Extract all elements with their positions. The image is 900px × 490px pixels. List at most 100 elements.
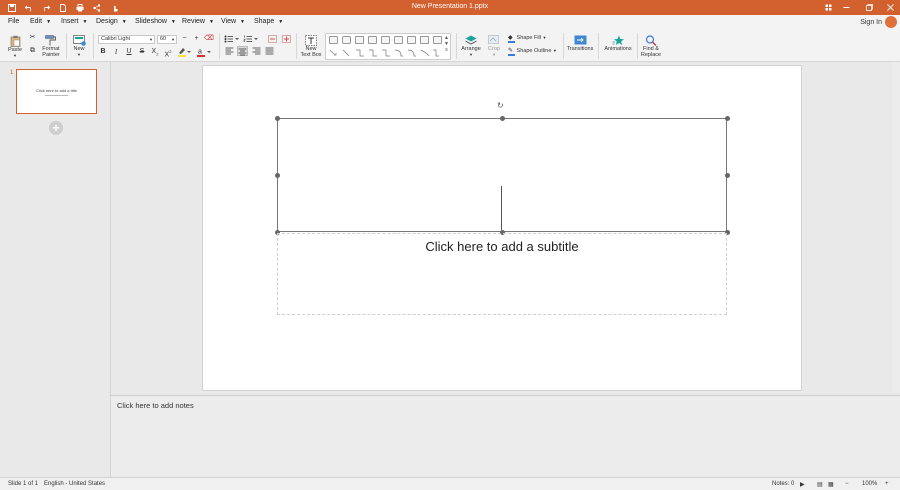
- copy-icon[interactable]: ⧉: [28, 47, 37, 55]
- share-icon[interactable]: [89, 0, 105, 15]
- touch-mode-icon[interactable]: [107, 0, 123, 15]
- font-color-button[interactable]: a: [196, 47, 212, 60]
- clear-formatting-icon[interactable]: ⌫: [204, 35, 214, 43]
- font-size-select[interactable]: 60 ▼: [157, 35, 177, 44]
- resize-handle[interactable]: [275, 173, 280, 178]
- slide-thumbnail[interactable]: Click here to add a title: [16, 69, 97, 114]
- add-slide-button[interactable]: +: [49, 121, 63, 135]
- resize-handle[interactable]: [725, 173, 730, 178]
- font-color-icon: a: [197, 49, 211, 57]
- justify-icon[interactable]: [264, 47, 274, 58]
- avatar[interactable]: [885, 16, 897, 28]
- cut-corner-shape-icon[interactable]: [433, 36, 442, 44]
- align-right-icon[interactable]: [251, 47, 261, 58]
- align-center-icon[interactable]: [237, 46, 248, 56]
- resize-handle[interactable]: [500, 116, 505, 121]
- strikethrough-button[interactable]: S: [138, 48, 146, 56]
- zoom-level[interactable]: 100%: [862, 481, 877, 487]
- undo-icon[interactable]: [21, 0, 37, 15]
- redo-icon[interactable]: [38, 0, 54, 15]
- frame-shape-icon[interactable]: [407, 36, 416, 44]
- decrease-font-size-button[interactable]: −: [180, 35, 189, 43]
- menu-shape[interactable]: Shape ▼: [254, 18, 283, 25]
- svg-text:a: a: [198, 49, 202, 56]
- new-slide-icon: [72, 35, 86, 46]
- new-document-icon[interactable]: [55, 0, 71, 15]
- chevron-down-icon: ▼: [13, 53, 17, 58]
- chevron-down-icon: ▼: [278, 19, 284, 25]
- shape-fill-button[interactable]: ◆ Shape Fill ▼: [508, 34, 560, 43]
- resize-handle[interactable]: [275, 116, 280, 121]
- cut-icon[interactable]: ✂: [28, 34, 37, 42]
- subtitle-placeholder-box[interactable]: Click here to add a subtitle: [277, 233, 727, 315]
- subtitle-placeholder-text: Click here to add a subtitle: [425, 239, 579, 254]
- bullets-button[interactable]: [224, 35, 240, 46]
- notes-count[interactable]: Notes: 0: [772, 481, 794, 487]
- minimize-icon[interactable]: [836, 0, 856, 15]
- plaque-shape-icon[interactable]: [420, 36, 429, 44]
- menu-file[interactable]: File: [8, 18, 19, 25]
- subscript-button[interactable]: X2: [150, 48, 160, 58]
- play-icon[interactable]: ▶: [800, 481, 805, 488]
- folded-corner-shape-icon[interactable]: [394, 36, 403, 44]
- resize-handle[interactable]: [725, 116, 730, 121]
- superscript-button[interactable]: X2: [163, 48, 173, 59]
- close-icon[interactable]: [880, 0, 900, 15]
- chevron-down-icon: ▼: [469, 52, 473, 57]
- underline-button[interactable]: U: [125, 48, 133, 56]
- increase-indent-icon[interactable]: [282, 35, 291, 46]
- sign-in-link[interactable]: Sign In: [860, 19, 882, 26]
- menu-bar: File Edit ▼ Insert ▼ Design ▼ Slideshow ▼ Re…: [0, 15, 900, 30]
- new-slide-button[interactable]: New ▼: [70, 32, 88, 58]
- normal-view-icon[interactable]: ▤: [817, 481, 823, 488]
- italic-button[interactable]: I: [112, 48, 120, 56]
- gallery-scroll-icon[interactable]: ▲ ▼ ≡: [444, 35, 449, 53]
- ribbon-divider: [66, 33, 67, 59]
- notes-pane[interactable]: Click here to add notes: [111, 395, 900, 477]
- snip-corner-shape-icon[interactable]: [368, 36, 377, 44]
- print-icon[interactable]: [72, 0, 88, 15]
- new-text-box-button[interactable]: New Text Box: [300, 32, 322, 58]
- shapes-gallery[interactable]: ▲ ▼ ≡: [325, 33, 451, 60]
- animations-button[interactable]: Animations: [602, 32, 634, 52]
- slide-sorter-icon[interactable]: ▦: [828, 481, 834, 488]
- find-replace-button[interactable]: Find & Replace: [639, 32, 663, 58]
- menu-slideshow[interactable]: Slideshow ▼: [135, 18, 176, 25]
- rotate-handle-icon[interactable]: ↻: [497, 101, 504, 110]
- snip-rectangle-shape-icon[interactable]: [355, 36, 364, 44]
- paste-button[interactable]: Paste ▼: [6, 32, 24, 59]
- transitions-icon: [574, 35, 586, 45]
- save-icon[interactable]: [4, 0, 20, 15]
- menu-design[interactable]: Design ▼: [96, 18, 127, 25]
- decrease-indent-icon[interactable]: [268, 35, 277, 46]
- font-name-select[interactable]: Calibri Light ▼: [98, 35, 155, 44]
- ribbon-divider: [456, 33, 457, 59]
- arrange-button[interactable]: Arrange ▼: [460, 32, 482, 58]
- rectangle-shape-icon[interactable]: [329, 36, 338, 44]
- bold-button[interactable]: B: [99, 48, 107, 56]
- clipboard-icon: [10, 35, 20, 47]
- highlight-color-button[interactable]: [177, 47, 191, 60]
- zoom-in-icon[interactable]: +: [885, 481, 889, 487]
- highlighter-icon: [178, 48, 191, 57]
- numbering-button[interactable]: [243, 35, 259, 46]
- chevron-down-icon: ▼: [82, 19, 88, 25]
- layout-icon[interactable]: [818, 0, 838, 15]
- round-corner-shape-icon[interactable]: [381, 36, 390, 44]
- language-indicator[interactable]: English - United States: [44, 481, 105, 487]
- align-left-icon[interactable]: [224, 47, 234, 58]
- shape-outline-button[interactable]: ✎ Shape Outline ▼: [508, 47, 560, 56]
- transitions-button[interactable]: Transitions: [566, 32, 594, 52]
- title-placeholder-box[interactable]: [277, 118, 727, 232]
- menu-review[interactable]: Review ▼: [182, 18, 214, 25]
- crop-button[interactable]: Crop ▼: [484, 32, 504, 58]
- rounded-rectangle-shape-icon[interactable]: [342, 36, 351, 44]
- restore-icon[interactable]: [859, 0, 879, 15]
- vertical-scrollbar[interactable]: [892, 62, 900, 392]
- menu-edit[interactable]: Edit ▼: [30, 18, 51, 25]
- format-painter-button[interactable]: Format Painter: [40, 32, 62, 58]
- menu-view[interactable]: View ▼: [221, 18, 245, 25]
- zoom-out-icon[interactable]: −: [845, 481, 849, 487]
- increase-font-size-button[interactable]: +: [192, 35, 201, 43]
- menu-insert[interactable]: Insert ▼: [61, 18, 87, 25]
